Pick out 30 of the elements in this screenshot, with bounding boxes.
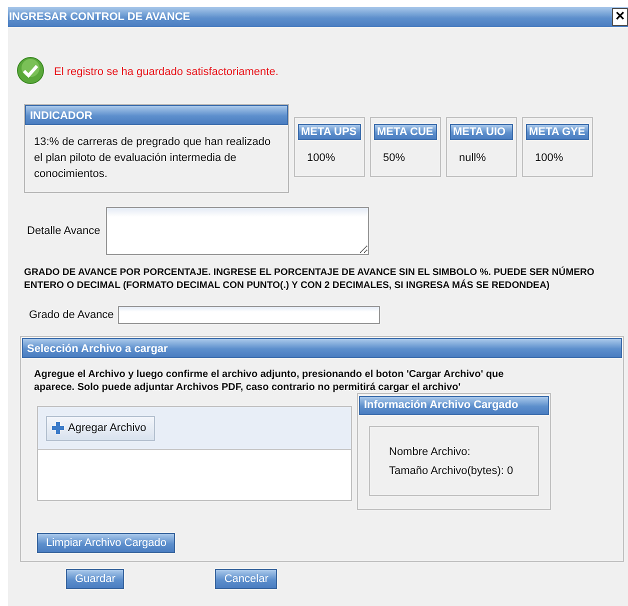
meta-value: 100% [307,152,336,164]
grado-field[interactable] [118,306,380,324]
meta-header: META UPS [298,124,361,140]
grado-label: Grado de Avance [29,309,114,321]
meta-value: 100% [535,152,564,164]
meta-header: META UIO [450,124,513,140]
close-button[interactable]: × [612,8,628,26]
file-size-value: 0 [507,465,514,477]
meta-header: META CUE [374,124,437,140]
file-info-header: Información Archivo Cargado [359,396,549,415]
instruction-text: GRADO DE AVANCE POR PORCENTAJE. INGRESE EL PORCENTAJE DE AVANCE SIN EL SIMBOLO %. PUEDE SER NÚMERO ENTERO O DECIMAL (FORMATO DECIMAL CON PUNTO(.) Y CON 2 DECIMALES, SI INGRESA MÁS SE REDONDEA) [24,266,596,292]
file-name-label: Nombre Archivo: [389,445,472,460]
detalle-field[interactable] [106,207,370,255]
clear-file-button[interactable]: Limpiar Archivo Cargado [37,533,176,553]
meta-value: 50% [383,152,406,164]
check-icon [17,57,44,84]
file-size-label: Tamaño Archivo(bytes): [389,465,504,477]
indicator-text: 13:% de carreras de pregrado que han realizado el plan piloto de evaluación intermedia de conocimientos. [34,135,272,182]
plus-icon [52,422,64,434]
window-title: INGRESAR CONTROL DE AVANCE [8,11,190,23]
indicator-header: INDICADOR [25,105,288,125]
meta-value: null% [459,152,487,164]
cancel-button[interactable]: Cancelar [215,569,278,589]
detalle-label: Detalle Avance [27,225,100,237]
add-file-button[interactable]: Agregar Archivo [46,416,156,440]
upload-header: Selección Archivo a cargar [22,338,622,358]
save-button[interactable]: Guardar [66,569,124,589]
upload-instructions: Agregue el Archivo y luego confirme el archivo adjunto, presionando el boton 'Cargar Archivo' que aparece. Solo puede adjuntar Archivos PDF, caso contrario no permitirá cargar el archivo' [34,368,505,394]
meta-header: META GYE [526,124,589,140]
success-message: El registro se ha guardado satisfactoriamente. [54,66,278,78]
